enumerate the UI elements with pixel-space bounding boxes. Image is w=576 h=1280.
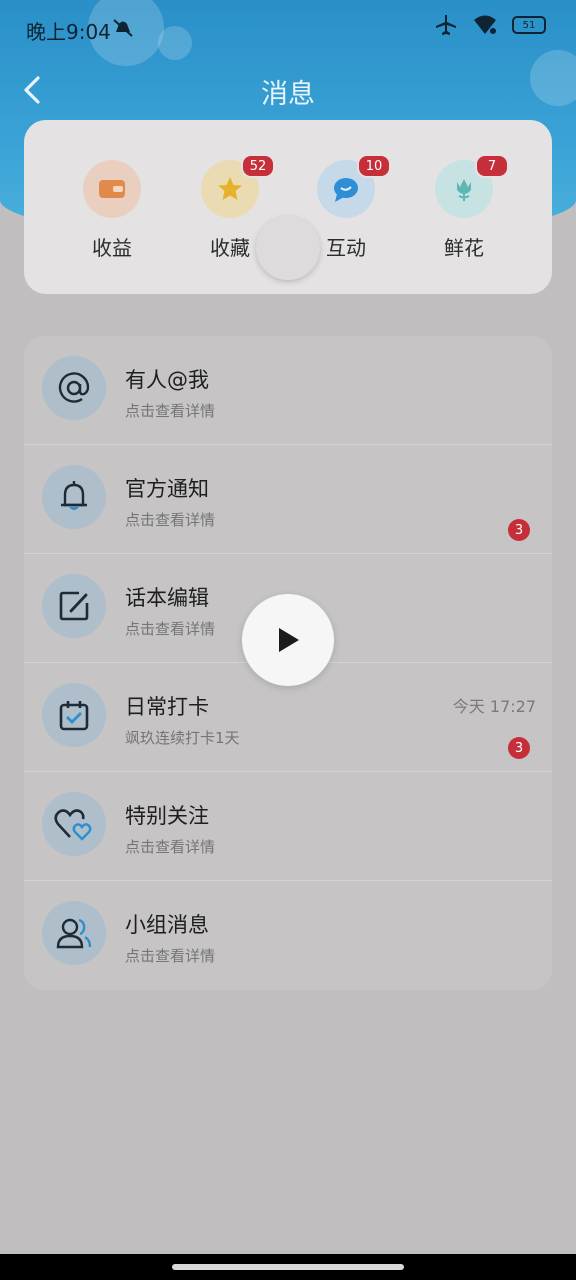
status-icons: 51 <box>434 14 546 36</box>
list-item-subtitle: 点击查看详情 <box>125 402 216 420</box>
badge-interaction: 10 <box>357 154 391 178</box>
list-item[interactable]: 有人@我 点击查看详情 <box>24 336 552 445</box>
list-item-title: 有人@我 <box>125 368 209 392</box>
quick-action-label: 鲜花 <box>444 236 484 260</box>
list-item-subtitle: 点击查看详情 <box>125 511 216 529</box>
quick-action-flowers[interactable]: 7 鲜花 <box>414 154 514 261</box>
list-item-title: 话本编辑 <box>125 586 209 610</box>
edit-icon <box>42 574 106 638</box>
nav-bar: 消息 <box>0 60 576 120</box>
at-sign-icon <box>42 356 106 420</box>
unread-badge: 3 <box>508 737 530 759</box>
list-item-subtitle: 点击查看详情 <box>125 947 216 965</box>
chat-bubble-icon: 10 <box>317 154 391 218</box>
quick-action-earnings[interactable]: 收益 <box>62 160 162 261</box>
list-item-subtitle: 点击查看详情 <box>125 620 216 638</box>
list-item-title: 特别关注 <box>125 804 209 828</box>
star-icon: 52 <box>201 154 275 218</box>
wifi-icon <box>474 15 496 34</box>
list-item-title: 官方通知 <box>125 477 209 501</box>
list-item-subtitle: 飒玖连续打卡1天 <box>125 729 240 747</box>
navigation-bar <box>0 1254 576 1280</box>
hearts-icon <box>42 792 106 856</box>
calendar-check-icon <box>42 683 106 747</box>
status-time: 晚上9:04 <box>26 20 111 44</box>
badge-favorites: 52 <box>241 154 275 178</box>
page-title: 消息 <box>261 79 315 110</box>
list-item[interactable]: 特别关注 点击查看详情 <box>24 772 552 881</box>
battery-icon: 51 <box>512 16 546 34</box>
home-indicator[interactable] <box>172 1264 404 1270</box>
unread-badge: 3 <box>508 519 530 541</box>
list-item-subtitle: 点击查看详情 <box>125 838 216 856</box>
status-bar: 晚上9:04 51 <box>0 0 576 56</box>
list-item-title: 日常打卡 <box>125 695 209 719</box>
bell-icon <box>42 465 106 529</box>
mute-icon <box>113 19 133 37</box>
list-item-title: 小组消息 <box>125 913 209 937</box>
touch-indicator <box>256 216 320 280</box>
play-icon <box>279 628 299 652</box>
list-item[interactable]: 官方通知 点击查看详情 3 <box>24 445 552 554</box>
flower-icon: 7 <box>435 154 509 218</box>
list-item-time: 今天 17:27 <box>452 697 536 716</box>
badge-flowers: 7 <box>475 154 509 178</box>
group-icon <box>42 901 106 965</box>
list-item[interactable]: 小组消息 点击查看详情 <box>24 881 552 990</box>
wallet-icon <box>83 160 141 218</box>
airplane-icon <box>436 15 456 35</box>
play-button[interactable] <box>242 594 334 686</box>
quick-action-label: 收益 <box>92 236 132 260</box>
